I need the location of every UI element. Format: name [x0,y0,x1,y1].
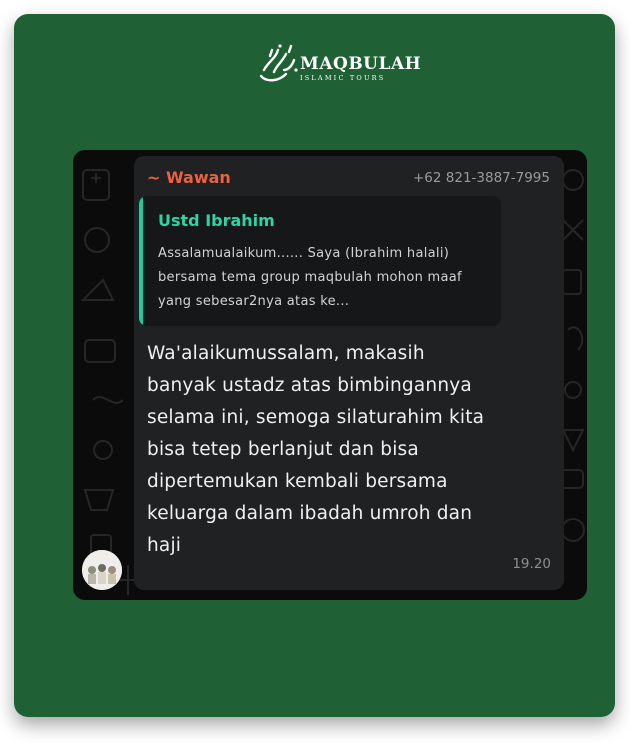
testimonial-card: MAQBULAH ISLAMIC TOURS ~ Wawan +62 821-3… [14,14,615,717]
avatar[interactable] [82,550,122,590]
message-time: 19.20 [512,556,551,572]
sender-phone: +62 821-3887-7995 [412,170,550,186]
chat-screenshot: ~ Wawan +62 821-3887-7995 Ustd Ibrahim A… [73,150,587,600]
message-text: Wa'alaikumussalam, makasih banyak ustadz… [147,343,485,556]
maqbulah-logo: MAQBULAH ISLAMIC TOURS [256,36,421,92]
quoted-author: Ustd Ibrahim [158,211,275,230]
group-photo-icon [82,550,122,590]
quote-accent-bar [139,196,143,326]
calligraphy-logo-icon [259,44,298,82]
message-bubble[interactable]: ~ Wawan +62 821-3887-7995 Ustd Ibrahim A… [134,156,564,590]
brand-tagline: ISLAMIC TOURS [300,74,386,82]
brand-name: MAQBULAH [300,54,422,74]
quoted-message[interactable]: Ustd Ibrahim Assalamualaikum...... Saya … [139,196,501,326]
sender-name[interactable]: ~ Wawan [147,168,231,187]
quoted-text: Assalamualaikum...... Saya (Ibrahim hala… [158,246,462,309]
